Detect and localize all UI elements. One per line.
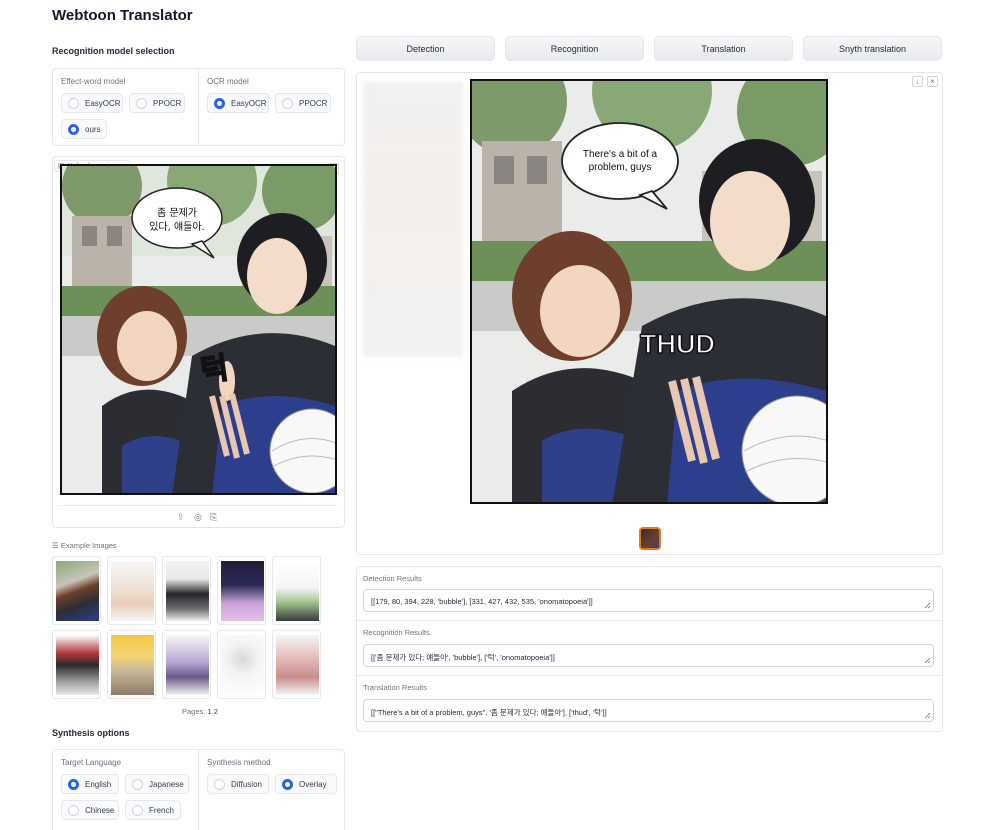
radio-label: PPOCR: [299, 98, 328, 108]
panel-divider: [198, 750, 199, 830]
resize-handle-icon[interactable]: [924, 712, 931, 719]
example-thumb-4[interactable]: [217, 556, 266, 625]
example-thumb-10[interactable]: [272, 630, 321, 699]
radio-label: French: [149, 805, 174, 815]
tab-synth-translation[interactable]: Snyth translation: [803, 36, 942, 61]
results-divider: [357, 675, 942, 676]
radio-dot: [214, 97, 225, 109]
upload-icon[interactable]: ⇪: [177, 512, 185, 523]
detection-results-text: [[179, 80, 394, 228, 'bubble'], [331, 42…: [371, 597, 593, 606]
language-chinese-radio[interactable]: Chinese: [61, 800, 119, 820]
radio-label: Overlay: [299, 779, 327, 789]
radio-dot: [136, 97, 147, 109]
translation-results-label: Translation Results: [363, 683, 427, 692]
tab-translation[interactable]: Translation: [654, 36, 793, 61]
synthesis-options-panel: Target Language English Japanese Chinese…: [52, 749, 345, 830]
effect-word-ours-radio[interactable]: ours: [61, 119, 107, 139]
translated-image: There's a bit of a problem, guys THUD: [470, 79, 828, 504]
translated-bubble-line2: problem, guys: [589, 162, 652, 173]
source-bubble-line2: 있다, 얘들아.: [149, 221, 205, 233]
example-thumb-9[interactable]: [217, 630, 266, 699]
panel-divider: [198, 69, 199, 145]
method-diffusion-radio[interactable]: Diffusion: [207, 774, 269, 794]
page-link-1[interactable]: 1: [207, 707, 211, 716]
upload-toolbar-divider: [60, 505, 337, 506]
radio-dot: [214, 778, 225, 790]
page-link-2[interactable]: 2: [214, 707, 218, 716]
synthesis-section-title: Synthesis options: [52, 728, 130, 738]
effect-word-easyocr-radio[interactable]: EasyOCR: [61, 93, 123, 113]
example-thumb-6[interactable]: [52, 630, 101, 699]
uploaded-image: 좀 문제가 있다, 얘들아. 턱: [60, 164, 337, 495]
language-japanese-radio[interactable]: Japanese: [125, 774, 189, 794]
translation-results-text: [["There's a bit of a problem, guys", '좀…: [371, 708, 607, 717]
translated-sfx: THUD: [640, 329, 715, 359]
radio-label: ours: [85, 124, 101, 134]
close-icon[interactable]: ×: [927, 76, 938, 87]
source-comic-art: 좀 문제가 있다, 얘들아. 턱: [62, 166, 335, 493]
pages-label: Pages:: [182, 707, 206, 716]
resize-handle-icon[interactable]: [924, 657, 931, 664]
translated-bubble-line1: There's a bit of a: [583, 149, 658, 160]
app-title: Webtoon Translator: [52, 7, 193, 24]
recognition-section-title: Recognition model selection: [52, 46, 175, 56]
tab-recognition[interactable]: Recognition: [505, 36, 644, 61]
language-english-radio[interactable]: English: [61, 774, 119, 794]
tab-detection[interactable]: Detection: [356, 36, 495, 61]
radio-dot: [68, 778, 79, 790]
resize-handle-icon[interactable]: [924, 602, 931, 609]
example-thumb-5[interactable]: [272, 556, 321, 625]
ocr-model-label: OCR model: [207, 77, 249, 86]
recognition-results-label: Recognition Results: [363, 628, 430, 637]
radio-dot: [68, 123, 79, 135]
radio-label: Chinese: [85, 805, 115, 815]
radio-dot: [68, 804, 79, 816]
example-images-label: ☰ Example Images: [52, 541, 117, 550]
gallery-thumbnail[interactable]: [639, 527, 661, 550]
pagination: Pages: 1 2: [182, 707, 218, 716]
method-overlay-radio[interactable]: Overlay: [275, 774, 337, 794]
webcam-icon[interactable]: ◎: [194, 512, 202, 523]
source-bubble-line1: 좀 문제가: [157, 207, 197, 219]
recognition-results-field[interactable]: [['좀 문제가 있다; 얘들아', 'bubble'], ['턱', 'ono…: [363, 644, 934, 667]
effect-word-ppocr-radio[interactable]: PPOCR: [129, 93, 185, 113]
radio-label: Diffusion: [231, 779, 262, 789]
recognition-model-panel: Effect-word model EasyOCR PPOCR ours OCR…: [52, 68, 345, 146]
language-french-radio[interactable]: French: [125, 800, 181, 820]
list-icon: ☰: [52, 541, 61, 550]
detection-results-field[interactable]: [[179, 80, 394, 228, 'bubble'], [331, 42…: [363, 589, 934, 612]
detection-results-label: Detection Results: [363, 574, 422, 583]
ocr-ppocr-radio[interactable]: PPOCR: [275, 93, 331, 113]
blurred-preview: [363, 82, 463, 357]
example-thumb-2[interactable]: [107, 556, 156, 625]
radio-dot: [282, 778, 293, 790]
radio-dot: [68, 97, 79, 109]
results-divider: [357, 620, 942, 621]
radio-dot: [282, 97, 293, 109]
radio-dot: [132, 804, 143, 816]
radio-label: PPOCR: [153, 98, 182, 108]
example-thumb-8[interactable]: [162, 630, 211, 699]
recognition-results-text: [['좀 문제가 있다; 얘들아', 'bubble'], ['턱', 'ono…: [371, 653, 555, 662]
example-thumb-7[interactable]: [107, 630, 156, 699]
target-language-label: Target Language: [61, 758, 122, 767]
radio-label: English: [85, 779, 112, 789]
radio-label: EasyOCR: [231, 98, 267, 108]
radio-label: EasyOCR: [85, 98, 121, 108]
ocr-easyocr-radio[interactable]: EasyOCR: [207, 93, 269, 113]
translated-comic-art: There's a bit of a problem, guys THUD: [472, 81, 826, 502]
translation-results-field[interactable]: [["There's a bit of a problem, guys", '좀…: [363, 699, 934, 722]
clipboard-icon[interactable]: ⎘: [210, 512, 217, 523]
example-thumb-3[interactable]: [162, 556, 211, 625]
radio-label: Japanese: [149, 779, 184, 789]
radio-dot: [132, 778, 143, 790]
source-sfx: 턱: [198, 351, 230, 390]
example-images-text: Example Images: [60, 541, 117, 550]
example-thumb-1[interactable]: [52, 556, 101, 625]
synthesis-method-label: Synthesis method: [207, 758, 271, 767]
effect-word-model-label: Effect-word model: [61, 77, 126, 86]
download-icon[interactable]: ↓: [912, 76, 923, 87]
